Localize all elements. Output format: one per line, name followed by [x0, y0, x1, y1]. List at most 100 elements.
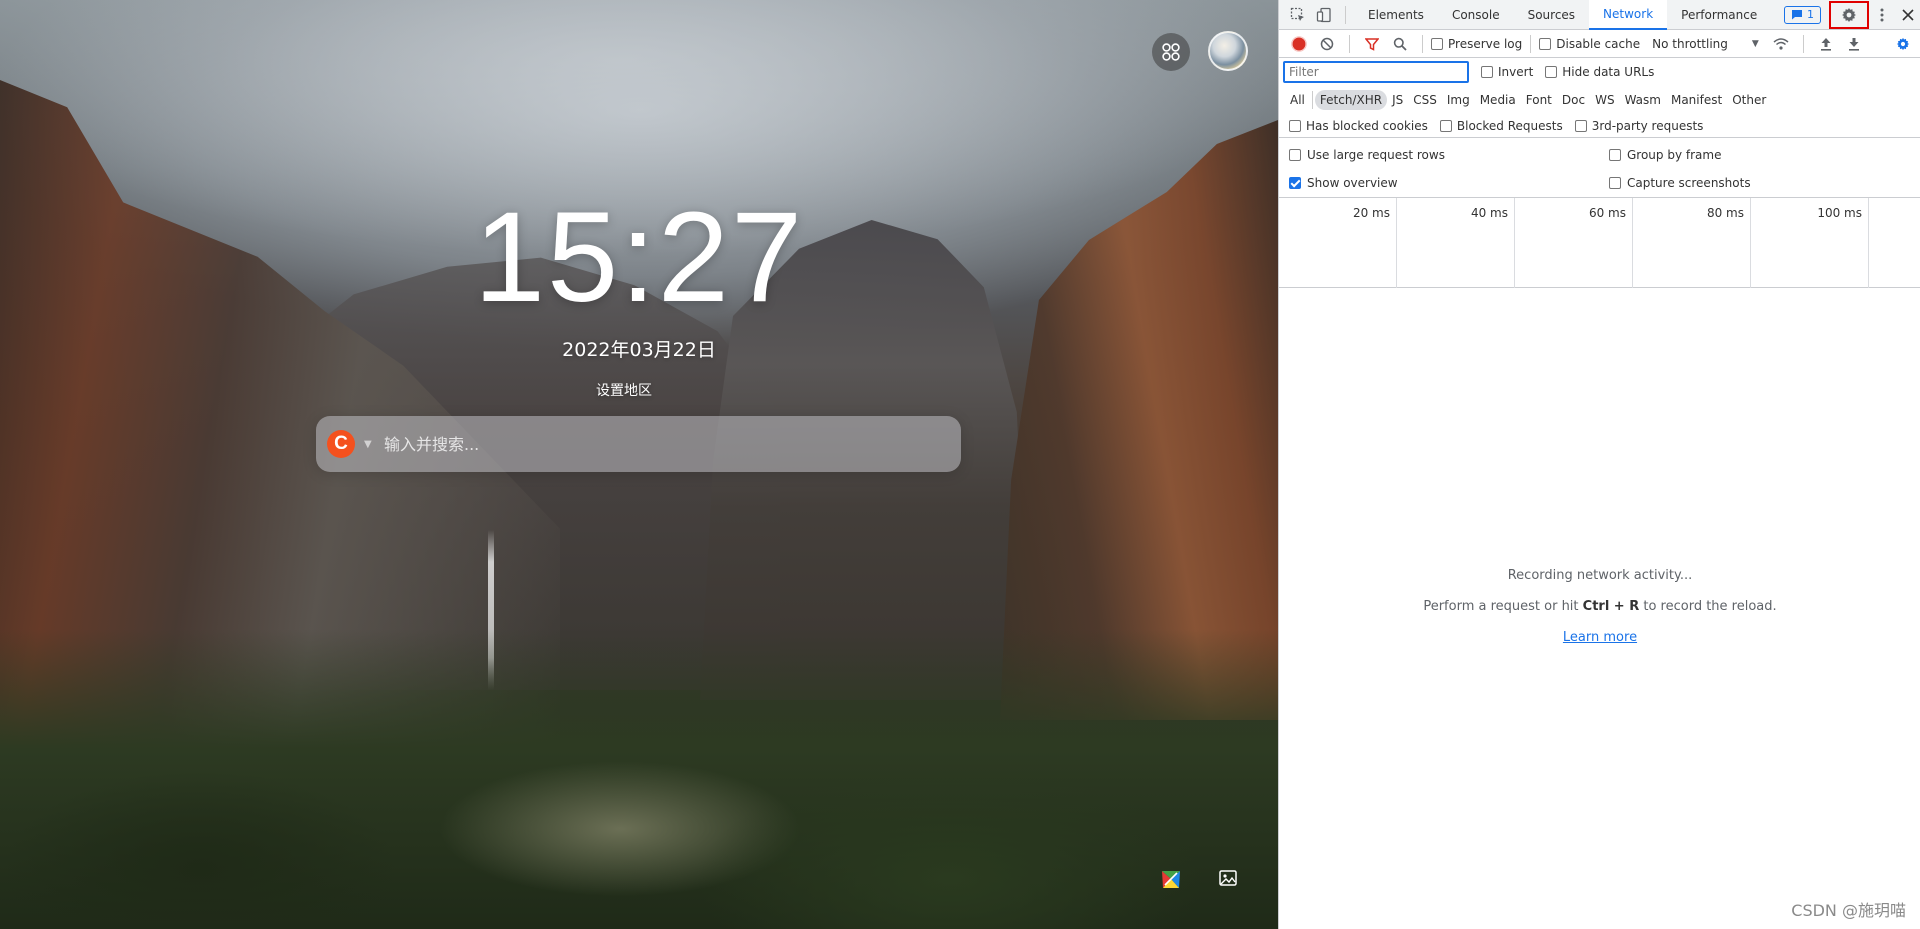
toolbar-divider	[1422, 34, 1423, 53]
blocked-filters-row: Has blocked cookies Blocked Requests 3rd…	[1279, 114, 1920, 138]
type-filter-wasm[interactable]: Wasm	[1620, 90, 1666, 110]
type-filter-manifest[interactable]: Manifest	[1666, 90, 1727, 110]
more-options-button[interactable]	[1869, 2, 1895, 28]
tab-sources[interactable]: Sources	[1514, 0, 1589, 30]
record-button[interactable]	[1285, 31, 1313, 57]
devtools-panel: Elements Console Sources Network Perform…	[1278, 0, 1920, 929]
checkbox-box[interactable]	[1539, 37, 1552, 50]
device-toolbar-icon[interactable]	[1311, 2, 1337, 28]
type-filter-all[interactable]: All	[1285, 90, 1310, 110]
has-blocked-cookies-label: Has blocked cookies	[1306, 118, 1428, 133]
upload-icon	[1820, 37, 1831, 51]
timeline-column: 80 ms	[1633, 198, 1751, 288]
filter-icon	[1365, 37, 1379, 51]
checkbox-box[interactable]	[1439, 119, 1452, 132]
gear-icon	[1896, 37, 1910, 50]
type-filter-media[interactable]: Media	[1475, 90, 1521, 110]
type-filter-img[interactable]: Img	[1442, 90, 1475, 110]
set-region-link[interactable]: 设置地区	[0, 380, 1248, 400]
preserve-log-checkbox[interactable]: Preserve log	[1431, 37, 1522, 51]
messages-count: 1	[1807, 8, 1814, 21]
toolbar-divider	[1349, 34, 1350, 53]
export-har-button[interactable]	[1840, 31, 1868, 57]
tab-network[interactable]: Network	[1589, 0, 1668, 30]
recording-message: Recording network activity...	[1507, 568, 1693, 583]
checkbox-box[interactable]	[1545, 66, 1558, 78]
landscape-forest	[0, 629, 1278, 929]
type-filter-css[interactable]: CSS	[1408, 90, 1442, 110]
record-icon	[1291, 35, 1307, 52]
inspect-element-icon[interactable]	[1285, 2, 1311, 28]
network-settings-button[interactable]	[1889, 31, 1917, 57]
has-blocked-cookies-checkbox[interactable]: Has blocked cookies	[1289, 119, 1428, 133]
type-filter-ws[interactable]: WS	[1590, 90, 1619, 110]
gear-icon	[1842, 7, 1856, 22]
show-overview-checkbox[interactable]: Show overview	[1289, 176, 1398, 190]
checkbox-box[interactable]	[1431, 37, 1443, 50]
wallpaper-icon[interactable]	[1218, 868, 1238, 888]
clock-time: 15:27	[473, 186, 805, 329]
settings-button[interactable]	[1829, 0, 1869, 29]
checkbox-box[interactable]	[1289, 177, 1301, 189]
type-filter-other[interactable]: Other	[1727, 90, 1771, 110]
search-engine-logo-icon[interactable]: C	[327, 430, 355, 458]
type-filter-doc[interactable]: Doc	[1557, 90, 1590, 110]
timeline-column: 100 ms	[1751, 198, 1869, 288]
download-icon	[1848, 37, 1859, 51]
close-icon	[1902, 8, 1914, 21]
toolbar-divider	[1802, 34, 1804, 53]
network-toolbar: Preserve log Disable cache No throttling…	[1279, 30, 1920, 58]
invert-checkbox[interactable]: Invert	[1481, 65, 1533, 79]
clear-button[interactable]	[1313, 31, 1341, 57]
clear-icon	[1320, 37, 1334, 50]
chevron-down-icon[interactable]: ▼	[364, 439, 374, 450]
group-by-frame-label: Group by frame	[1627, 148, 1722, 162]
invert-label: Invert	[1498, 65, 1534, 79]
third-party-requests-checkbox[interactable]: 3rd-party requests	[1574, 119, 1703, 133]
tab-console[interactable]: Console	[1438, 0, 1514, 30]
capture-screenshots-label: Capture screenshots	[1627, 176, 1751, 190]
throttling-select[interactable]: No throttling ▼	[1652, 37, 1759, 51]
checkbox-box[interactable]	[1574, 119, 1587, 132]
tab-elements[interactable]: Elements	[1354, 0, 1438, 30]
checkbox-box[interactable]	[1609, 177, 1621, 189]
wifi-settings-icon	[1773, 37, 1789, 50]
timeline-tick-label: 20 ms	[1352, 206, 1390, 220]
type-filter-js[interactable]: JS	[1387, 90, 1408, 110]
checkbox-box[interactable]	[1609, 149, 1621, 161]
kebab-menu-icon	[1880, 8, 1884, 21]
type-filter-fetch-xhr[interactable]: Fetch/XHR	[1314, 90, 1388, 110]
blocked-requests-checkbox[interactable]: Blocked Requests	[1439, 119, 1563, 133]
tab-performance[interactable]: Performance	[1667, 0, 1771, 30]
close-devtools-button[interactable]	[1895, 2, 1920, 28]
network-overview-timeline[interactable]: 20 ms 40 ms 60 ms 80 ms 100 ms	[1279, 198, 1920, 288]
group-by-frame-checkbox[interactable]: Group by frame	[1609, 148, 1721, 162]
large-request-rows-checkbox[interactable]: Use large request rows	[1289, 148, 1445, 162]
preserve-log-label: Preserve log	[1448, 36, 1523, 51]
timeline-column: 60 ms	[1515, 198, 1633, 288]
colorful-tool-icon[interactable]	[1160, 868, 1182, 890]
show-overview-label: Show overview	[1307, 176, 1398, 190]
hide-data-urls-checkbox[interactable]: Hide data URLs	[1545, 65, 1654, 79]
disable-cache-checkbox[interactable]: Disable cache	[1539, 37, 1640, 51]
checkbox-box[interactable]	[1289, 119, 1301, 132]
messages-badge[interactable]: 1	[1784, 5, 1821, 24]
network-settings-pane: Use large request rows Group by frame Sh…	[1279, 138, 1920, 198]
search-button[interactable]	[1386, 31, 1414, 57]
capture-screenshots-checkbox[interactable]: Capture screenshots	[1609, 176, 1751, 190]
toolbar-divider	[1345, 5, 1346, 24]
avatar[interactable]	[1208, 31, 1248, 71]
timeline-tick-label: 80 ms	[1706, 206, 1744, 220]
learn-more-link[interactable]: Learn more	[1563, 630, 1637, 645]
search-input[interactable]	[384, 424, 961, 464]
timeline-tick-label: 40 ms	[1470, 206, 1508, 220]
filter-input[interactable]	[1283, 61, 1469, 83]
search-box: C ▼	[316, 416, 961, 472]
type-filter-font[interactable]: Font	[1521, 90, 1557, 110]
checkbox-box[interactable]	[1289, 149, 1301, 161]
checkbox-box[interactable]	[1481, 66, 1493, 78]
filter-toggle-button[interactable]	[1358, 31, 1386, 57]
network-conditions-button[interactable]	[1767, 31, 1795, 57]
apps-grid-button[interactable]	[1152, 33, 1190, 71]
import-har-button[interactable]	[1812, 31, 1840, 57]
